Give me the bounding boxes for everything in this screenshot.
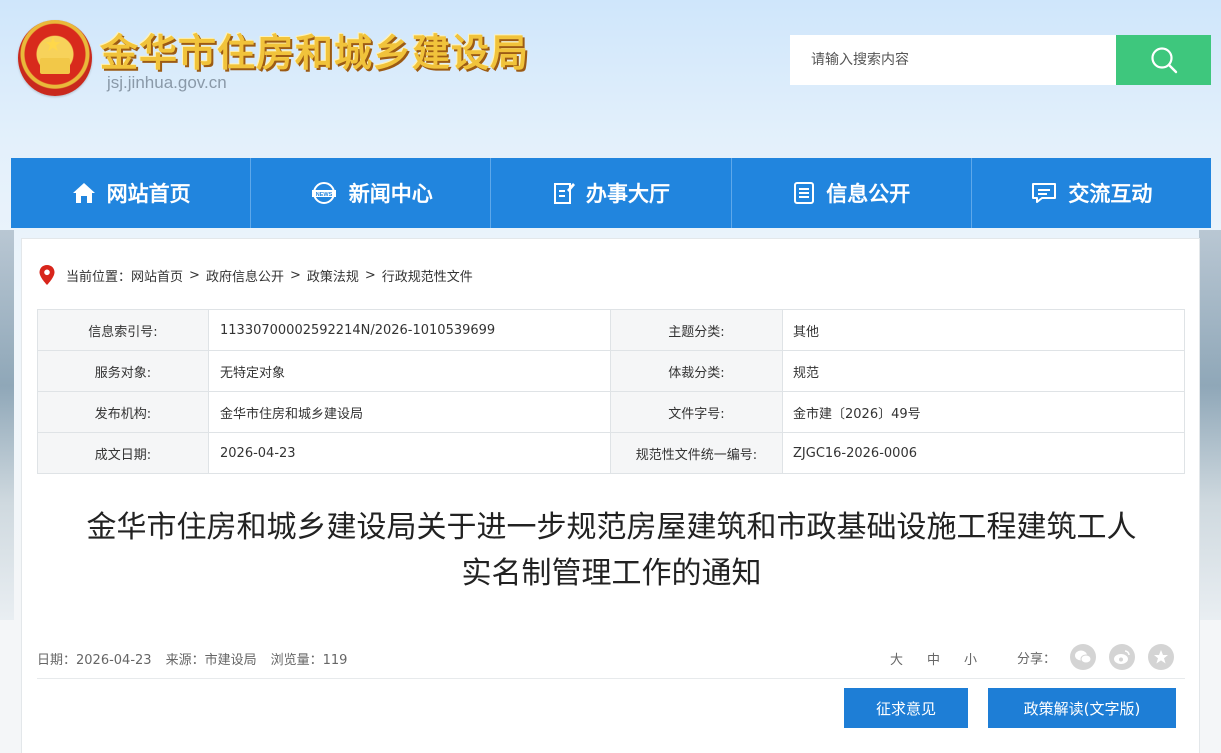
table-row: 成文日期: 2026-04-23 规范性文件统一编号: ZJGC16-2026-… [37, 432, 1185, 474]
nav-label: 办事大厅 [586, 182, 670, 206]
meta-value: 其他 [782, 309, 1185, 351]
weibo-share-button[interactable] [1109, 644, 1136, 670]
news-icon: NEWS [311, 182, 336, 204]
edit-doc-icon [554, 183, 575, 204]
home-icon [72, 183, 95, 203]
meta-key: 信息索引号: [37, 309, 209, 351]
breadcrumb: 当前位置： 网站首页 > 政府信息公开 > 政策法规 > 行政规范性文件 [38, 264, 473, 286]
weibo-icon [1114, 650, 1130, 664]
nav-home[interactable]: 网站首页 [11, 158, 252, 228]
tiananmen-gate-shape [40, 58, 70, 74]
nav-services[interactable]: 办事大厅 [491, 158, 732, 228]
breadcrumb-separator: > [289, 267, 301, 283]
policy-interpretation-button[interactable]: 政策解读(文字版) [988, 688, 1176, 728]
national-emblem-logo: ★ [18, 20, 92, 96]
document-info: 日期：2026-04-23 来源：市建设局 浏览量：119 [37, 649, 347, 668]
publish-date: 日期：2026-04-23 [37, 653, 152, 668]
breadcrumb-normative-docs[interactable]: 行政规范性文件 [382, 266, 473, 285]
site-domain: jsj.jinhua.gov.cn [107, 73, 227, 92]
meta-key: 体裁分类: [610, 350, 783, 392]
wechat-icon [1075, 650, 1092, 664]
nav-label: 新闻中心 [348, 182, 433, 206]
location-pin-icon [39, 265, 55, 285]
breadcrumb-gov-info[interactable]: 政府信息公开 [206, 266, 284, 285]
star-icon: ★ [44, 32, 62, 56]
chat-icon [1032, 183, 1057, 203]
meta-key: 服务对象: [37, 350, 209, 392]
font-size-switcher: 大 中 小 [890, 649, 977, 668]
source: 来源：市建设局 [165, 653, 257, 668]
meta-value: 2026-04-23 [208, 432, 611, 474]
table-row: 服务对象: 无特定对象 体裁分类: 规范 [37, 350, 1185, 392]
background-scenery-right [1199, 230, 1221, 620]
share-bar: 分享： [1017, 644, 1187, 670]
main-nav: 网站首页 NEWS 新闻中心 办事大厅 信息公开 交流互动 [11, 158, 1211, 228]
meta-value: 无特定对象 [208, 350, 611, 392]
share-label: 分享： [1017, 651, 1057, 667]
content-panel: 当前位置： 网站首页 > 政府信息公开 > 政策法规 > 行政规范性文件 信息索… [21, 238, 1200, 753]
favorite-share-button[interactable] [1148, 644, 1175, 670]
breadcrumb-prefix: 当前位置： [66, 269, 132, 285]
wechat-share-button[interactable] [1070, 644, 1097, 670]
breadcrumb-home[interactable]: 网站首页 [131, 266, 183, 285]
meta-value: 金市建〔2026〕49号 [782, 391, 1185, 433]
meta-key: 成文日期: [37, 432, 209, 474]
nav-news[interactable]: NEWS 新闻中心 [251, 158, 492, 228]
meta-value: 规范 [782, 350, 1185, 392]
search-input[interactable] [790, 35, 1116, 85]
star-icon [1154, 650, 1169, 664]
nav-info-disclosure[interactable]: 信息公开 [732, 158, 972, 228]
breadcrumb-separator: > [364, 267, 376, 283]
breadcrumb-separator: > [189, 267, 200, 283]
meta-value: ZJGC16-2026-0006 [782, 432, 1185, 474]
search-button[interactable] [1116, 35, 1211, 85]
background-scenery-left [0, 230, 14, 620]
document-title-line-2: 实名制管理工作的通知 [461, 556, 762, 591]
feedback-button[interactable]: 征求意见 [844, 688, 968, 728]
meta-key: 文件字号: [610, 391, 783, 433]
breadcrumb-policy[interactable]: 政策法规 [307, 266, 359, 285]
font-size-small[interactable]: 小 [964, 649, 977, 668]
meta-value: 金华市住房和城乡建设局 [208, 391, 611, 433]
svg-text:NEWS: NEWS [316, 192, 333, 198]
divider [37, 678, 1185, 679]
document-title: 金华市住房和城乡建设局关于进一步规范房屋建筑和市政基础设施工程建筑工人 实名制管… [22, 505, 1201, 597]
nav-label: 信息公开 [826, 182, 911, 206]
nav-label: 网站首页 [106, 182, 191, 206]
document-meta-table: 信息索引号: 11330700002592214N/2026-101053969… [37, 309, 1185, 474]
document-title-line-1: 金华市住房和城乡建设局关于进一步规范房屋建筑和市政基础设施工程建筑工人 [86, 510, 1137, 545]
meta-key: 主题分类: [610, 309, 783, 351]
font-size-medium[interactable]: 中 [927, 649, 940, 668]
meta-value: 11330700002592214N/2026-1010539699 [208, 309, 611, 351]
table-row: 发布机构: 金华市住房和城乡建设局 文件字号: 金市建〔2026〕49号 [37, 391, 1185, 433]
site-header: ★ 金华市住房和城乡建设局 jsj.jinhua.gov.cn [0, 0, 1221, 158]
nav-label: 交流互动 [1068, 182, 1153, 206]
table-row: 信息索引号: 11330700002592214N/2026-101053969… [37, 309, 1185, 351]
view-count: 浏览量：119 [270, 653, 348, 668]
nav-interaction[interactable]: 交流互动 [972, 158, 1211, 228]
font-size-large[interactable]: 大 [890, 649, 903, 668]
meta-key: 规范性文件统一编号: [610, 432, 783, 474]
list-doc-icon [794, 182, 815, 204]
meta-key: 发布机构: [37, 391, 209, 433]
search-icon [1150, 47, 1177, 74]
site-title[interactable]: 金华市住房和城乡建设局 [100, 22, 529, 77]
